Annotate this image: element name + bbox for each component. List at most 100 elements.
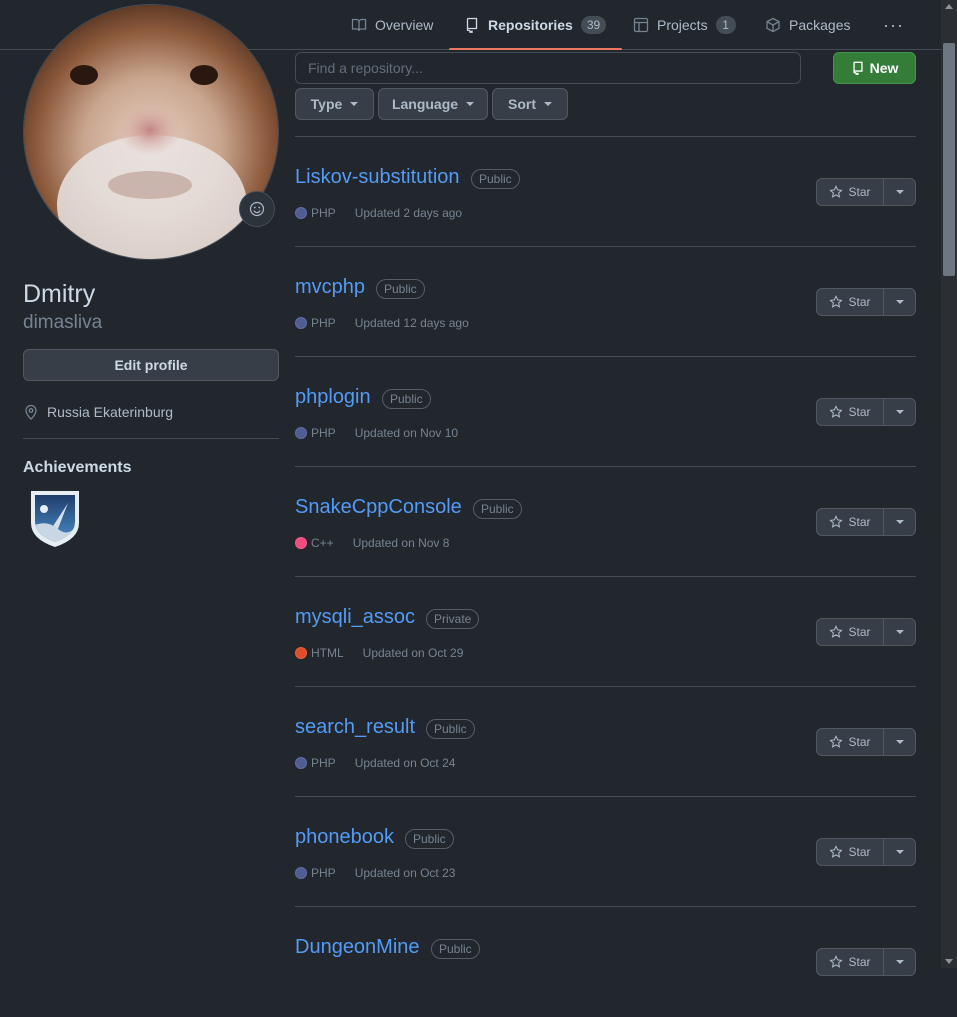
star-button[interactable]: Star xyxy=(817,839,884,865)
star-list-dropdown[interactable] xyxy=(884,179,915,205)
caret-down-icon xyxy=(350,102,359,106)
tab-overview[interactable]: Overview xyxy=(351,0,433,49)
visibility-badge: Public xyxy=(376,279,425,299)
smiley-icon xyxy=(249,201,265,217)
repo-name-link[interactable]: DungeonMine xyxy=(295,936,420,959)
repo-name-link[interactable]: SnakeCppConsole xyxy=(295,496,462,519)
repo-updated: Updated 12 days ago xyxy=(354,316,469,330)
visibility-badge: Public xyxy=(431,939,480,959)
tab-repositories[interactable]: Repositories 39 xyxy=(448,0,623,50)
repo-meta: PHP Updated 2 days ago xyxy=(295,206,462,220)
caret-down-icon xyxy=(895,300,904,304)
repo-list-item: phonebook Public PHP Updated on Oct 23 Star xyxy=(295,796,916,907)
package-icon xyxy=(766,17,780,32)
tab-packages[interactable]: Packages xyxy=(765,0,850,49)
star-list-dropdown[interactable] xyxy=(884,839,915,865)
repo-list-item: search_result Public PHP Updated on Oct 24 S… xyxy=(295,686,916,797)
achievement-badge[interactable] xyxy=(28,487,82,549)
visibility-badge: Public xyxy=(473,499,522,519)
star-button[interactable]: Star xyxy=(817,289,884,315)
repo-name-link[interactable]: mysqli_assoc xyxy=(295,606,415,629)
caret-down-icon xyxy=(895,850,904,854)
repo-name-link[interactable]: mvcphp xyxy=(295,276,365,299)
repo-search-input[interactable] xyxy=(295,52,801,84)
language-color-dot xyxy=(295,317,307,329)
star-list-dropdown[interactable] xyxy=(884,729,915,755)
repo-language: PHP xyxy=(311,316,336,330)
sidebar-divider xyxy=(23,438,279,439)
repo-language: PHP xyxy=(311,756,336,770)
language-filter-button[interactable]: Language xyxy=(378,88,488,120)
tab-label: Repositories xyxy=(488,16,573,33)
repo-name-link[interactable]: search_result xyxy=(295,716,415,739)
location-text: Russia Ekaterinburg xyxy=(47,404,174,420)
tab-label: Overview xyxy=(375,16,434,33)
caret-down-icon xyxy=(895,740,904,744)
star-icon xyxy=(829,625,844,638)
table-icon xyxy=(633,17,649,32)
visibility-badge: Public xyxy=(405,829,454,849)
repo-meta: PHP Updated on Oct 23 xyxy=(295,866,455,880)
star-list-dropdown[interactable] xyxy=(884,289,915,315)
repo-list-item: DungeonMine Public Star xyxy=(295,906,916,1017)
repo-updated: Updated 2 days ago xyxy=(354,206,463,220)
star-icon xyxy=(829,735,844,748)
star-button[interactable]: Star xyxy=(817,619,884,645)
star-button[interactable]: Star xyxy=(817,949,884,975)
star-list-dropdown[interactable] xyxy=(884,949,915,975)
set-status-button[interactable] xyxy=(239,191,275,227)
language-color-dot xyxy=(295,647,307,659)
star-label: Star xyxy=(848,845,871,859)
language-color-dot xyxy=(295,757,307,769)
repo-name-link[interactable]: phplogin xyxy=(295,386,371,409)
repo-language: C++ xyxy=(311,536,334,550)
star-icon xyxy=(829,295,844,308)
profile-location: Russia Ekaterinburg xyxy=(23,404,173,420)
tab-projects[interactable]: Projects 1 xyxy=(633,0,736,49)
star-button-group: Star xyxy=(816,508,916,536)
avatar[interactable] xyxy=(23,4,279,260)
star-list-dropdown[interactable] xyxy=(884,399,915,425)
caret-down-icon xyxy=(895,410,904,414)
type-filter-button[interactable]: Type xyxy=(295,88,374,120)
star-button[interactable]: Star xyxy=(817,179,884,205)
new-repo-button[interactable]: New xyxy=(833,52,916,84)
star-button[interactable]: Star xyxy=(817,399,884,425)
star-label: Star xyxy=(848,955,871,969)
repo-icon xyxy=(466,17,478,33)
repo-language: PHP xyxy=(311,206,336,220)
repo-list-item: phplogin Public PHP Updated on Nov 10 Star xyxy=(295,356,916,467)
caret-down-icon xyxy=(895,630,904,634)
scrollbar[interactable] xyxy=(941,0,957,968)
repo-count-badge: 39 xyxy=(580,15,607,34)
sort-filter-button[interactable]: Sort xyxy=(492,88,568,120)
book-icon xyxy=(351,18,367,31)
more-options-icon[interactable]: ··· xyxy=(883,15,904,36)
repo-name-link[interactable]: Liskov-substitution xyxy=(295,166,460,189)
scroll-up-arrow-icon[interactable] xyxy=(945,4,953,9)
star-icon xyxy=(829,185,844,198)
star-list-dropdown[interactable] xyxy=(884,619,915,645)
repo-list-item: Liskov-substitution Public PHP Updated 2 da… xyxy=(295,136,916,247)
scroll-thumb[interactable] xyxy=(943,43,955,276)
star-button[interactable]: Star xyxy=(817,509,884,535)
repo-name-link[interactable]: phonebook xyxy=(295,826,394,849)
new-label: New xyxy=(869,60,899,76)
star-label: Star xyxy=(848,515,871,529)
language-color-dot xyxy=(295,537,307,549)
star-button[interactable]: Star xyxy=(817,729,884,755)
star-list-dropdown[interactable] xyxy=(884,509,915,535)
caret-down-icon xyxy=(466,102,475,106)
star-button-group: Star xyxy=(816,398,916,426)
visibility-badge: Private xyxy=(426,609,480,629)
achievement-badge-icon xyxy=(31,491,79,547)
repo-meta: C++ Updated on Nov 8 xyxy=(295,536,449,550)
scroll-down-arrow-icon[interactable] xyxy=(945,959,953,964)
edit-profile-button[interactable]: Edit profile xyxy=(23,349,279,381)
achievements-title[interactable]: Achievements xyxy=(23,459,132,477)
language-color-dot xyxy=(295,207,307,219)
repo-updated: Updated on Oct 24 xyxy=(354,756,456,770)
repo-language: HTML xyxy=(311,646,344,660)
sort-label: Sort xyxy=(508,96,536,112)
repo-list-item: mysqli_assoc Private HTML Updated on Oct 29… xyxy=(295,576,916,687)
